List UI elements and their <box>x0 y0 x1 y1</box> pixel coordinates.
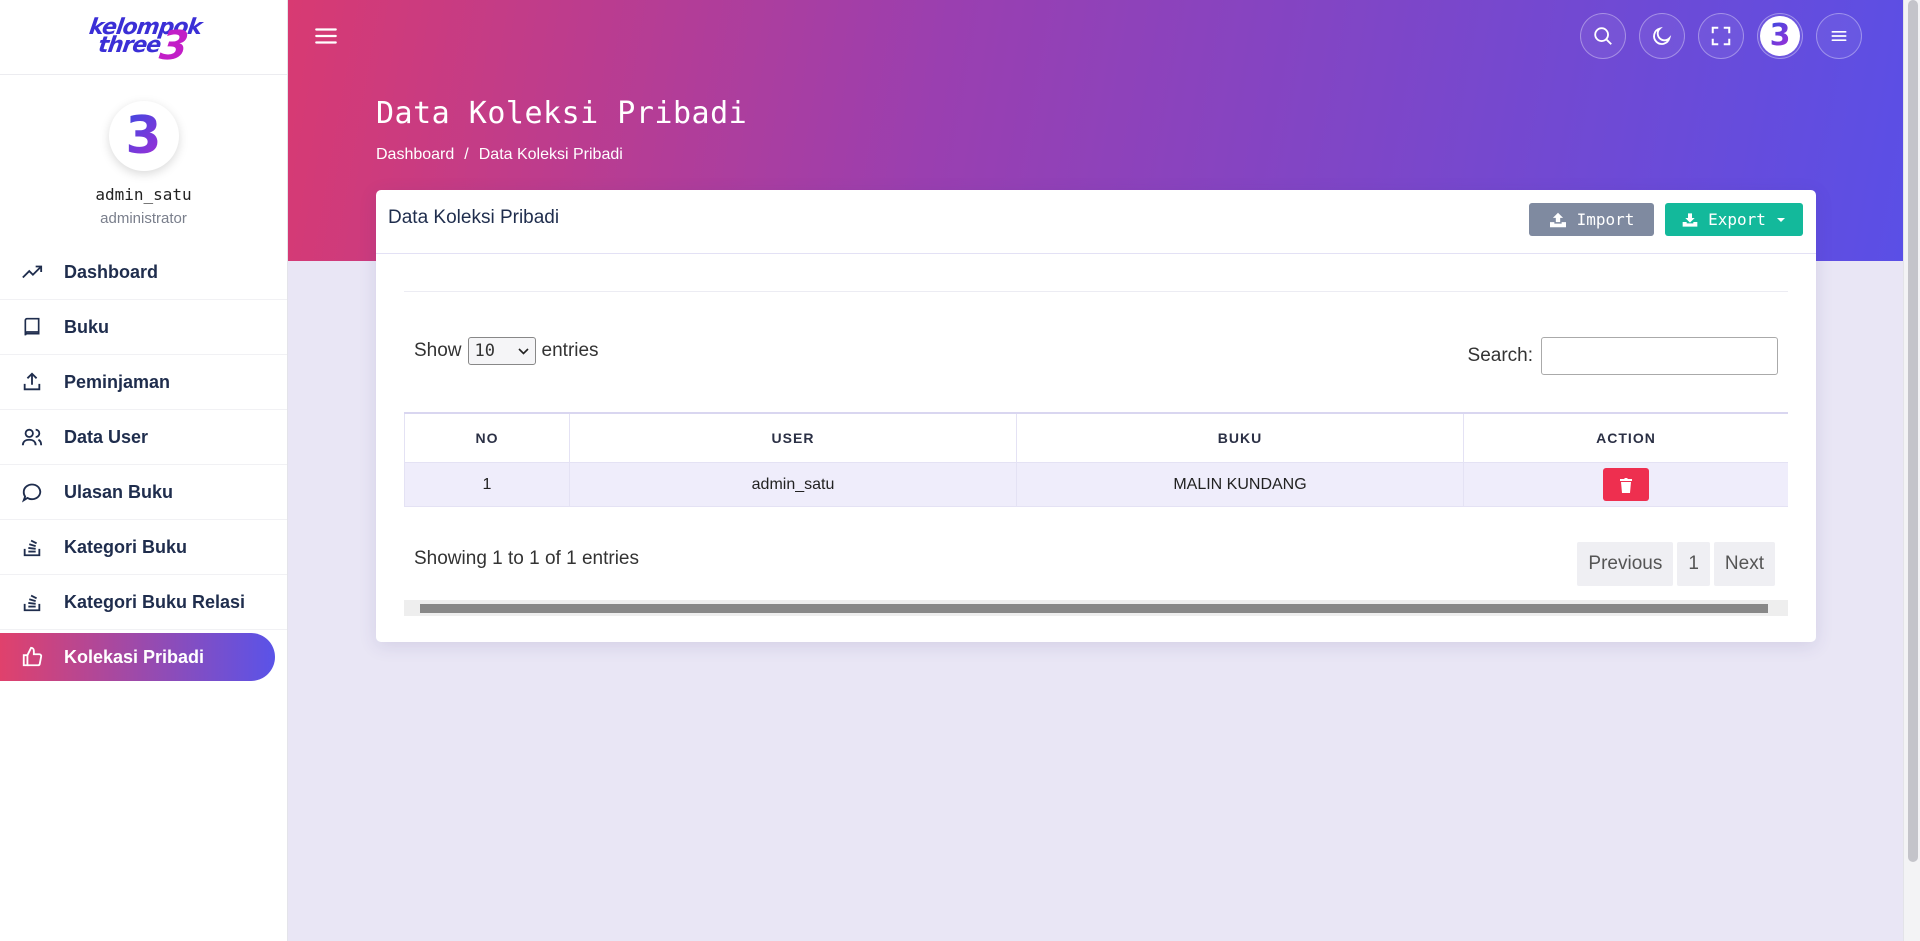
page-length-control: Show 10 entries <box>414 337 599 365</box>
search-label: Search: <box>1467 345 1533 366</box>
hamburger-icon <box>315 28 337 44</box>
sidebar-item-kolekasi-pribadi[interactable]: Kolekasi Pribadi <box>0 633 275 681</box>
avatar: 3 <box>1760 16 1800 56</box>
user-profile: 3 admin_satu administrator <box>0 75 287 227</box>
cell-no: 1 <box>404 462 570 507</box>
table-search: Search: <box>1468 337 1778 375</box>
pagination-next[interactable]: Next <box>1713 542 1775 586</box>
avatar[interactable]: 3 <box>108 101 179 171</box>
caret-down-icon <box>1776 217 1785 222</box>
sidebar-nav: Dashboard Buku Peminjaman Data User Ulas… <box>0 245 287 681</box>
sidebar-item-label: Data User <box>64 426 149 447</box>
table-header-row: NO USER BUKU ACTION <box>404 412 1788 463</box>
scrollbar-thumb[interactable] <box>1908 0 1918 862</box>
import-button[interactable]: Import <box>1529 203 1654 236</box>
table-row: 1 admin_satu MALIN KUNDANG <box>404 462 1788 507</box>
show-label: Show <box>414 340 462 361</box>
delete-button[interactable] <box>1603 468 1649 501</box>
horizontal-scrollbar[interactable] <box>404 600 1788 616</box>
sidebar-item-label: Dashboard <box>64 261 159 282</box>
settings-menu-button[interactable] <box>1816 13 1862 59</box>
trash-icon <box>1620 477 1632 493</box>
sidebar-item-ulasan-buku[interactable]: Ulasan Buku <box>0 465 287 520</box>
column-header-no[interactable]: NO <box>404 412 570 463</box>
sidebar-item-label: Ulasan Buku <box>64 481 174 502</box>
divider <box>404 291 1788 292</box>
page-title: Data Koleksi Pribadi <box>376 96 748 131</box>
sidebar-toggle-button[interactable] <box>313 23 339 49</box>
sidebar-item-label: Kategori Buku <box>64 536 188 557</box>
search-input[interactable] <box>1541 337 1778 375</box>
stack-icon <box>20 535 44 559</box>
cell-user: admin_satu <box>569 462 1017 507</box>
sidebar-item-label: Kategori Buku Relasi <box>64 591 246 612</box>
export-label: Export <box>1708 210 1766 229</box>
card-title: Data Koleksi Pribadi <box>388 207 560 228</box>
search-button[interactable] <box>1580 13 1626 59</box>
breadcrumb-current: Data Koleksi Pribadi <box>478 146 623 163</box>
table-info: Showing 1 to 1 of 1 entries <box>414 548 639 569</box>
sidebar-item-label: Buku <box>64 316 109 337</box>
chevron-down-icon <box>517 347 529 355</box>
profile-role: administrator <box>100 210 187 227</box>
stack-icon <box>20 590 44 614</box>
chat-icon <box>20 480 44 504</box>
profile-name: admin_satu <box>95 185 192 204</box>
brand-logo[interactable]: kelompok three3 <box>0 0 287 75</box>
card-header: Data Koleksi Pribadi Import Export <box>376 190 1816 254</box>
search-icon <box>1594 27 1612 45</box>
pagination: Previous 1 Next <box>1577 542 1775 586</box>
page-length-value: 10 <box>474 341 496 361</box>
book-icon <box>20 315 44 339</box>
topbar-actions: 3 <box>1580 13 1862 59</box>
avatar-glyph: 3 <box>125 106 162 166</box>
hamburger-icon <box>1831 31 1847 42</box>
breadcrumb-link-dashboard[interactable]: Dashboard <box>376 146 454 163</box>
vertical-scrollbar[interactable] <box>1903 0 1920 941</box>
column-header-user[interactable]: USER <box>569 412 1017 463</box>
sidebar: kelompok three3 3 admin_satu administrat… <box>0 0 288 941</box>
trending-up-icon <box>20 260 44 284</box>
breadcrumb: Dashboard / Data Koleksi Pribadi <box>376 146 623 164</box>
sidebar-item-peminjaman[interactable]: Peminjaman <box>0 355 287 410</box>
fullscreen-button[interactable] <box>1698 13 1744 59</box>
page-length-select[interactable]: 10 <box>467 337 536 365</box>
upload-icon <box>1549 212 1566 227</box>
download-icon <box>1682 212 1698 227</box>
pagination-page[interactable]: 1 <box>1677 542 1710 586</box>
sidebar-item-kategori-buku-relasi[interactable]: Kategori Buku Relasi <box>0 575 287 630</box>
logo-wordmark: kelompok three3 <box>87 15 203 69</box>
sidebar-item-label: Peminjaman <box>64 371 171 392</box>
import-label: Import <box>1576 210 1635 229</box>
sidebar-item-dashboard[interactable]: Dashboard <box>0 245 287 300</box>
fullscreen-icon <box>1711 26 1731 46</box>
export-button[interactable]: Export <box>1665 203 1803 236</box>
cell-buku: MALIN KUNDANG <box>1016 462 1464 507</box>
sidebar-item-data-user[interactable]: Data User <box>0 410 287 465</box>
data-table: NO USER BUKU ACTION 1 admin_satu MALIN K… <box>404 412 1788 507</box>
avatar-glyph: 3 <box>1769 18 1791 53</box>
user-menu-avatar[interactable]: 3 <box>1757 13 1803 59</box>
users-icon <box>20 425 44 449</box>
sidebar-item-kategori-buku[interactable]: Kategori Buku <box>0 520 287 575</box>
dark-mode-toggle[interactable] <box>1639 13 1685 59</box>
column-header-buku[interactable]: BUKU <box>1016 412 1464 463</box>
breadcrumb-separator: / <box>464 146 469 163</box>
cell-action <box>1463 462 1788 507</box>
pagination-previous[interactable]: Previous <box>1577 542 1674 586</box>
moon-icon <box>1653 26 1672 45</box>
thumbs-up-icon <box>20 645 44 669</box>
scrollbar-thumb[interactable] <box>420 604 1768 613</box>
column-header-action[interactable]: ACTION <box>1463 412 1788 463</box>
data-card: Data Koleksi Pribadi Import Export Show … <box>376 190 1816 642</box>
upload-icon <box>20 370 44 394</box>
sidebar-item-label: Kolekasi Pribadi <box>64 646 205 667</box>
sidebar-item-buku[interactable]: Buku <box>0 300 287 355</box>
entries-label: entries <box>541 340 599 361</box>
